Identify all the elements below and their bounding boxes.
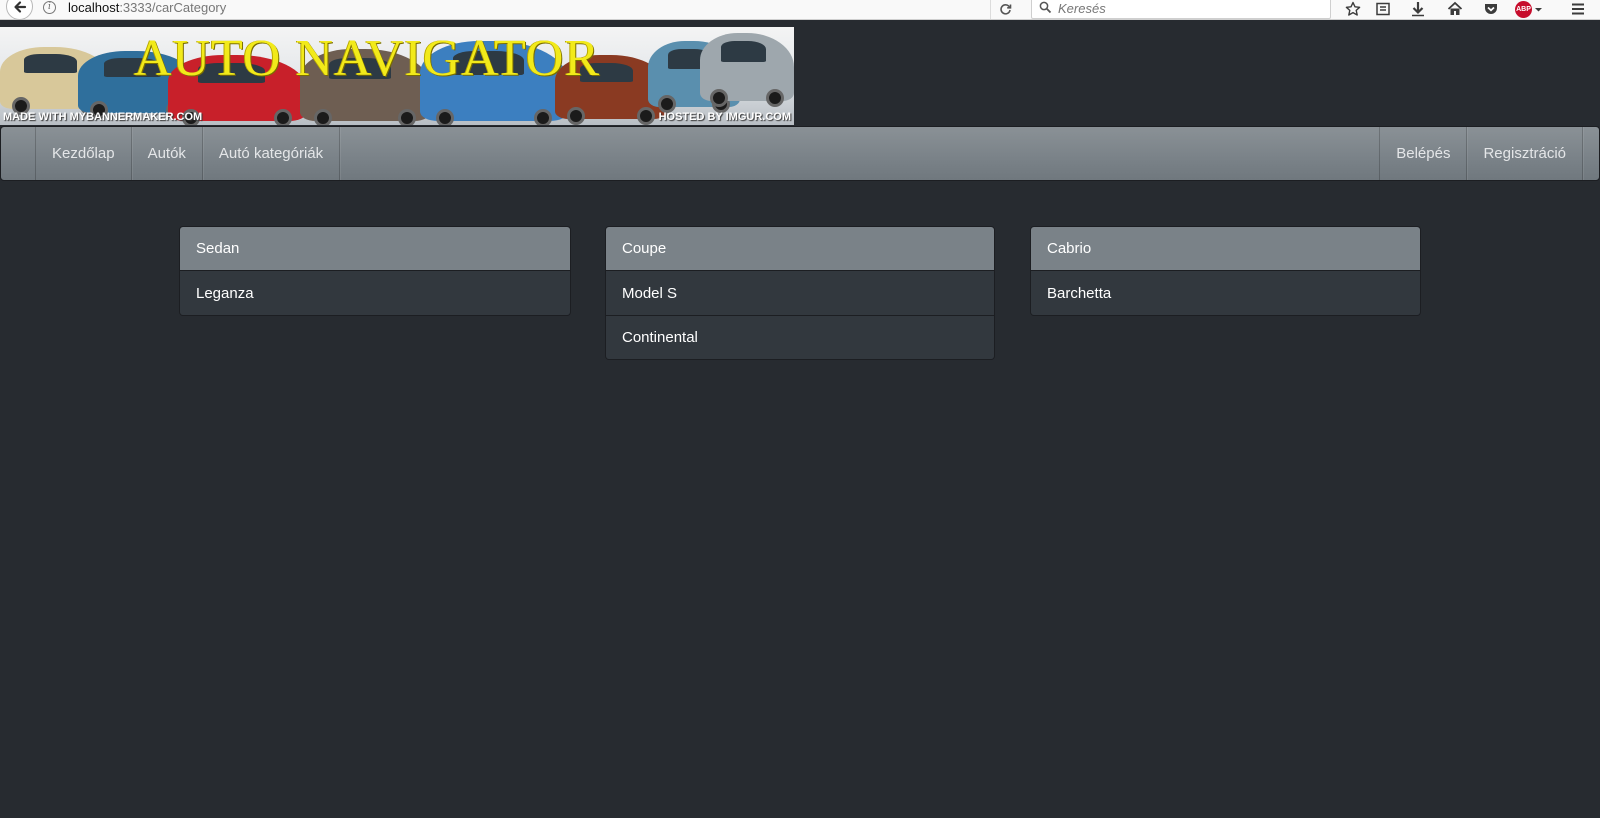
hamburger-menu-icon[interactable] — [1568, 0, 1588, 18]
info-icon[interactable]: i — [43, 1, 56, 14]
adblock-plus-button[interactable]: ABP — [1515, 0, 1547, 18]
category-title[interactable]: Sedan — [180, 227, 570, 271]
search-input[interactable] — [1058, 1, 1318, 16]
category-panel-sedan: Sedan Leganza — [179, 226, 571, 316]
reading-list-icon[interactable] — [1373, 0, 1393, 18]
nav-link-car-categories[interactable]: Autó kategóriák — [203, 127, 341, 180]
nav-link-register[interactable]: Regisztráció — [1467, 127, 1583, 180]
site-banner: AUTO NAVIGATOR MADE WITH MYBANNERMAKER.C… — [0, 27, 794, 125]
car-list-item[interactable]: Barchetta — [1031, 271, 1420, 315]
car-list-item[interactable]: Leganza — [180, 271, 570, 315]
car-list-item[interactable]: Continental — [606, 315, 994, 359]
car-image — [700, 33, 794, 107]
category-panel-cabrio: Cabrio Barchetta — [1030, 226, 1421, 316]
reload-button[interactable] — [996, 0, 1014, 18]
main-navbar: Kezdőlap Autók Autó kategóriák Belépés R… — [0, 126, 1600, 181]
nav-link-home[interactable]: Kezdőlap — [35, 127, 132, 180]
nav-left: Kezdőlap Autók Autó kategóriák — [35, 127, 341, 180]
browser-toolbar: i localhost:3333/carCategory ABP — [0, 0, 1600, 20]
back-button[interactable] — [6, 0, 33, 20]
search-icon — [1039, 1, 1052, 14]
car-list-item[interactable]: Model S — [606, 271, 994, 315]
banner-title: AUTO NAVIGATOR — [134, 30, 601, 87]
category-panel-coupe: Coupe Model S Continental — [605, 226, 995, 360]
chevron-down-icon — [1535, 7, 1542, 11]
adblock-plus-icon: ABP — [1515, 0, 1532, 18]
category-title[interactable]: Coupe — [606, 227, 994, 271]
nav-link-cars[interactable]: Autók — [132, 127, 203, 180]
search-box[interactable] — [1031, 0, 1331, 19]
url-divider — [990, 0, 991, 19]
pocket-icon[interactable] — [1481, 0, 1501, 18]
url-path: :3333/carCategory — [119, 0, 227, 15]
bookmark-star-icon[interactable] — [1343, 0, 1363, 18]
banner-credit-right: HOSTED BY IMGUR.COM — [658, 111, 791, 123]
nav-link-login[interactable]: Belépés — [1379, 127, 1468, 180]
home-icon[interactable] — [1445, 0, 1465, 18]
arrow-left-icon — [13, 0, 26, 13]
category-title[interactable]: Cabrio — [1031, 227, 1420, 271]
url-host: localhost — [68, 0, 120, 15]
url-bar[interactable]: localhost:3333/carCategory — [68, 0, 226, 15]
download-icon[interactable] — [1408, 0, 1428, 18]
nav-right: Belépés Regisztráció — [1379, 127, 1583, 180]
reload-icon — [999, 3, 1011, 15]
banner-credit-left: MADE WITH MYBANNERMAKER.COM — [3, 111, 203, 123]
